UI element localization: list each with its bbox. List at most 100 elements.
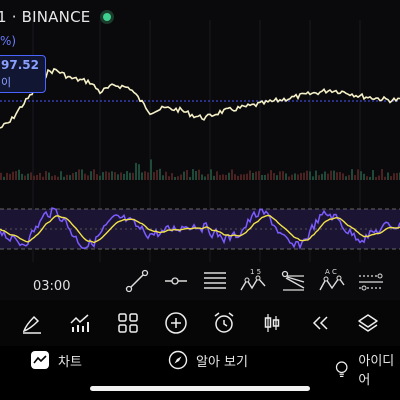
volume-bar <box>33 175 35 180</box>
volume-bar <box>162 175 164 180</box>
volume-bar <box>12 171 14 180</box>
volume-bar <box>372 170 374 180</box>
volume-bar <box>360 171 362 180</box>
layers-icon[interactable] <box>350 305 386 341</box>
volume-bar <box>51 176 53 180</box>
volume-bar <box>150 159 152 180</box>
candles-icon[interactable] <box>254 305 290 341</box>
volume-bar <box>231 169 233 180</box>
volume-bar <box>312 176 314 180</box>
tab-ideas[interactable]: 아이디어 <box>333 350 400 388</box>
volume-bar <box>84 173 86 180</box>
price-chart[interactable] <box>0 0 400 300</box>
volume-bar <box>393 173 395 180</box>
chart-tab-icon <box>31 351 49 369</box>
alarm-icon[interactable] <box>206 305 242 341</box>
volume-bar <box>219 175 221 180</box>
price-tag[interactable]: 97.52 이 <box>0 55 46 93</box>
volume-bar <box>390 176 392 180</box>
volume-bar <box>300 173 302 180</box>
abc-pattern-icon[interactable]: A C <box>312 263 351 299</box>
volume-bar <box>39 172 41 180</box>
volume-bar <box>222 174 224 180</box>
brush-icon[interactable] <box>14 305 50 341</box>
symbol-text: 1 · BINANCE <box>0 8 91 26</box>
drawing-toolbar: 1 5 A C <box>117 263 400 299</box>
volume-bar <box>354 175 356 180</box>
tab-explore[interactable]: 알아 보기 <box>168 350 248 370</box>
volume-bar <box>366 176 368 180</box>
market-status-icon <box>100 10 115 24</box>
price-line <box>0 67 400 129</box>
volume-bar <box>285 173 287 180</box>
volume-bar <box>288 176 290 180</box>
volume-bar <box>36 174 38 180</box>
volume-bar <box>267 173 269 180</box>
volume-bar <box>339 171 341 180</box>
pattern-letters: A C <box>325 268 337 276</box>
volume-bar <box>0 172 2 180</box>
volume-bar <box>201 174 203 180</box>
parallel-channel-icon[interactable] <box>351 263 390 299</box>
tab-chart[interactable]: 차트 <box>30 350 82 370</box>
volume-bar <box>273 173 275 180</box>
volume-bar <box>210 169 212 180</box>
volume-bar <box>234 174 236 180</box>
volume-bar <box>132 172 134 180</box>
price-sub: 이 <box>1 76 12 89</box>
volume-bar <box>246 173 248 180</box>
volume-bar <box>276 175 278 180</box>
volume-bar <box>48 172 50 180</box>
volume-bar <box>213 175 215 180</box>
volume-bar <box>129 172 131 180</box>
volume-bar <box>240 174 242 180</box>
trend-line-icon[interactable] <box>117 263 156 299</box>
grid-icon[interactable] <box>110 305 146 341</box>
volume-bar <box>192 169 194 180</box>
volume-bar <box>252 172 254 180</box>
time-axis-label: 03:00 <box>33 279 71 294</box>
home-indicator <box>90 386 310 391</box>
volume-bar <box>294 173 296 180</box>
volume-bar <box>378 175 380 180</box>
volume-bar <box>321 173 323 180</box>
volume-bar <box>255 171 257 180</box>
volume-bar <box>306 170 308 180</box>
volume-bar <box>21 173 23 180</box>
volume-bar <box>156 169 158 180</box>
volume-bar <box>138 164 140 180</box>
volume-bar <box>327 173 329 180</box>
fib-fan-icon[interactable] <box>273 263 312 299</box>
add-icon[interactable] <box>158 305 194 341</box>
horizontal-ray-icon[interactable] <box>156 263 195 299</box>
volume-bar <box>357 169 359 180</box>
volume-bar <box>183 171 185 180</box>
replay-icon[interactable] <box>302 305 338 341</box>
chart-area[interactable]: 1 · BINANCE %) 97.52 이 03:00 1 5 A C <box>0 0 400 300</box>
indicators-icon[interactable] <box>62 305 98 341</box>
volume-bar <box>102 172 104 180</box>
volume-bar <box>333 170 335 180</box>
volume-bar <box>99 175 101 180</box>
fib-retracement-icon[interactable] <box>195 263 234 299</box>
volume-bar <box>168 176 170 180</box>
volume-bar <box>171 173 173 180</box>
change-percent: %) <box>0 34 17 48</box>
abcd-pattern-icon[interactable]: 1 5 <box>234 263 273 299</box>
volume-bar <box>96 174 98 180</box>
volume-bar <box>66 174 68 180</box>
volume-bar <box>15 171 17 180</box>
volume-bar <box>189 176 191 180</box>
volume-bar <box>297 174 299 180</box>
volume-bar <box>114 172 116 180</box>
price-value: 97.52 <box>1 58 39 72</box>
volume-bar <box>75 171 77 180</box>
volume-bar <box>345 176 347 180</box>
volume-bar <box>291 174 293 180</box>
symbol-header[interactable]: 1 · BINANCE <box>0 8 115 26</box>
volume-bar <box>93 169 95 180</box>
volume-bar <box>258 171 260 180</box>
volume-bar <box>381 169 383 180</box>
tab-ideas-label: 아이디어 <box>358 354 395 388</box>
main-toolbar <box>0 300 400 346</box>
